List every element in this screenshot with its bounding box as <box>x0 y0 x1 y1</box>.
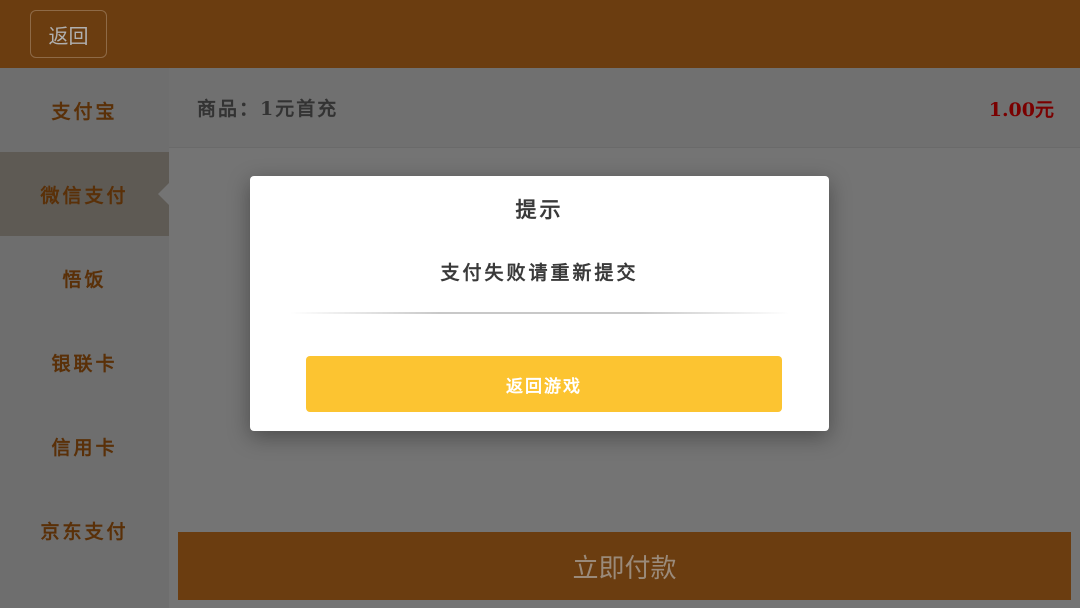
sidebar-item-wufan[interactable]: 悟饭 <box>0 236 169 320</box>
sidebar-item-alipay[interactable]: 支付宝 <box>0 68 169 152</box>
alert-dialog: 提示 支付失败请重新提交 返回游戏 <box>250 176 829 431</box>
dialog-divider <box>290 312 789 314</box>
dialog-title: 提示 <box>515 197 564 222</box>
back-button[interactable]: 返回 <box>30 10 107 58</box>
return-to-game-button[interactable]: 返回游戏 <box>306 356 782 412</box>
dialog-message: 支付失败请重新提交 <box>440 262 639 284</box>
product-bar: 商品：1元首充 1.00元 <box>169 68 1080 148</box>
product-label: 商品：1元首充 <box>197 98 339 120</box>
sidebar-item-jd-pay[interactable]: 京东支付 <box>0 488 169 572</box>
sidebar-item-credit-card[interactable]: 信用卡 <box>0 404 169 488</box>
payment-method-sidebar: 支付宝 微信支付 悟饭 银联卡 信用卡 京东支付 <box>0 68 170 608</box>
sidebar-item-wechat-pay[interactable]: 微信支付 <box>0 152 170 236</box>
top-bar: 返回 <box>0 0 1080 68</box>
pay-now-button[interactable]: 立即付款 <box>178 532 1071 600</box>
sidebar-item-unionpay[interactable]: 银联卡 <box>0 320 169 404</box>
product-price: 1.00元 <box>988 99 1054 121</box>
